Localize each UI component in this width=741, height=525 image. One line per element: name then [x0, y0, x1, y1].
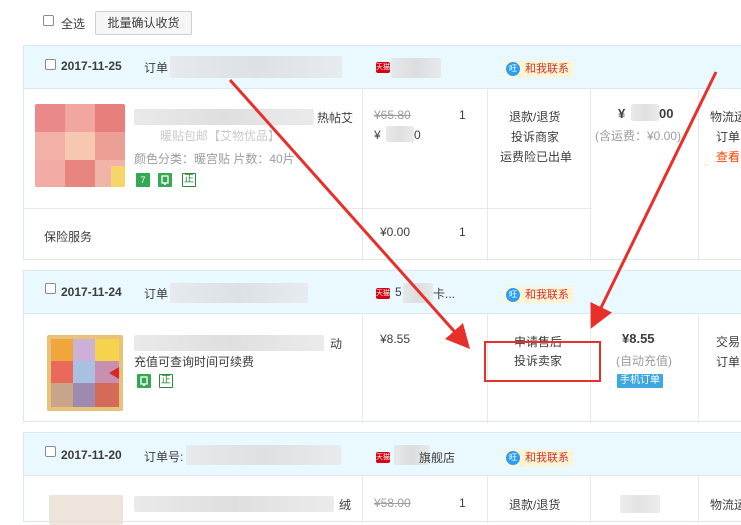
- annotation-arrow: [590, 71, 718, 329]
- highlight-box: [484, 341, 601, 382]
- annotation-overlay: [228, 71, 718, 382]
- annotation-arrow: [228, 79, 470, 349]
